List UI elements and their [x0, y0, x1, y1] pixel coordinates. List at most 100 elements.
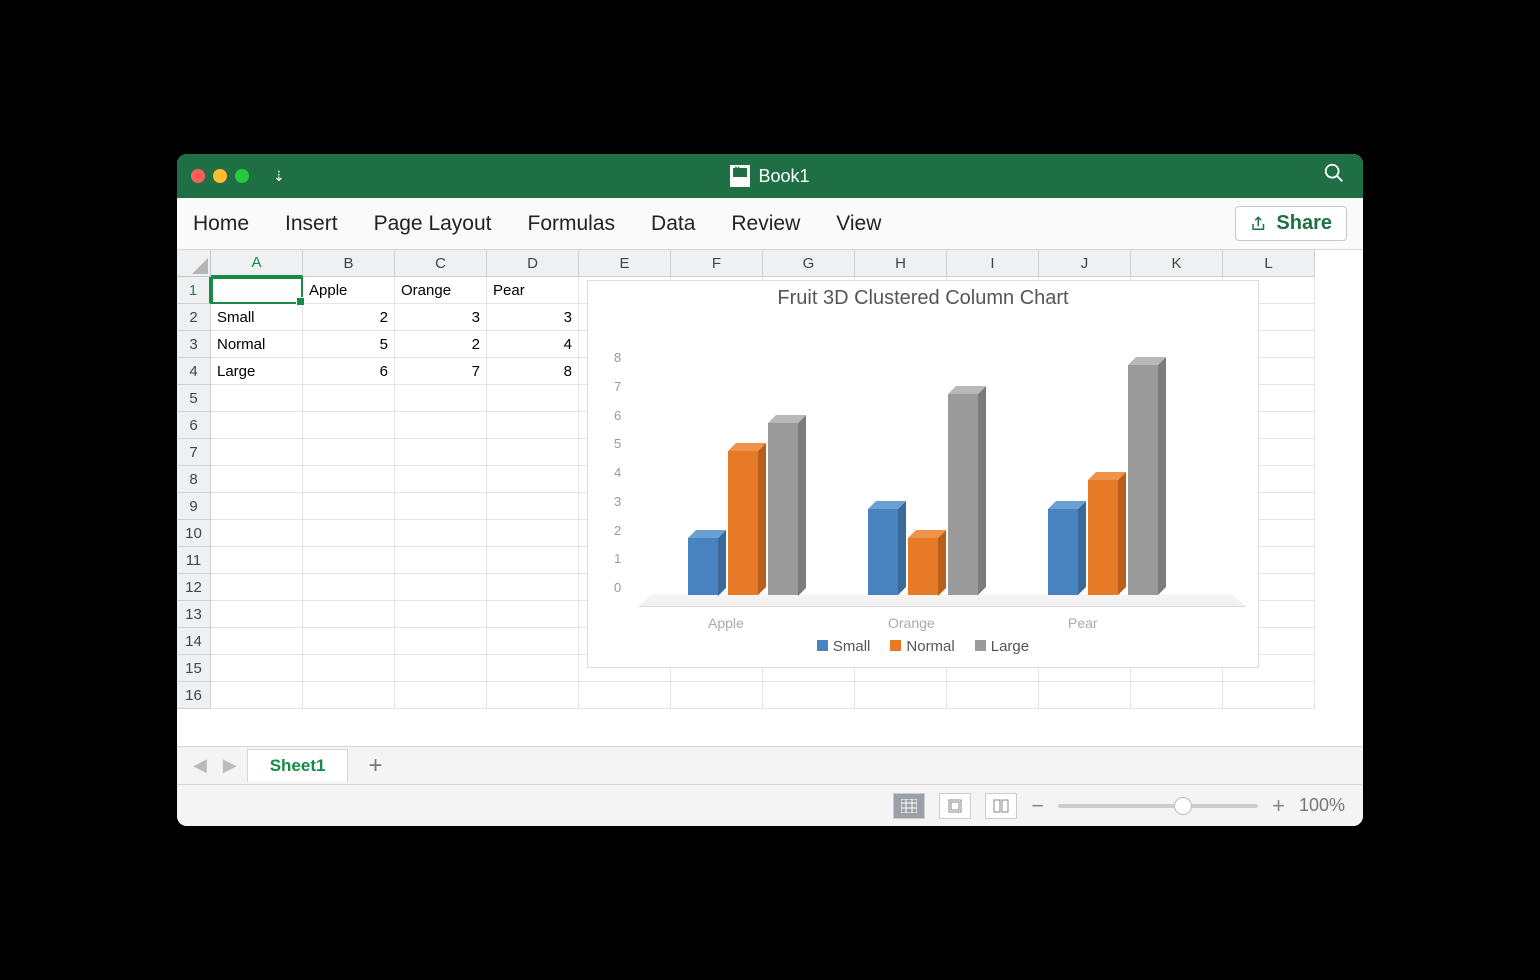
embedded-chart[interactable]: Fruit 3D Clustered Column Chart 01234567… [587, 280, 1259, 668]
cell-C6[interactable] [395, 412, 487, 439]
cell-D15[interactable] [487, 655, 579, 682]
cell-B15[interactable] [303, 655, 395, 682]
cell-B11[interactable] [303, 547, 395, 574]
cell-E16[interactable] [579, 682, 671, 709]
row-header-7[interactable]: 7 [177, 439, 211, 466]
cell-A12[interactable] [211, 574, 303, 601]
cell-C12[interactable] [395, 574, 487, 601]
col-header-C[interactable]: C [395, 250, 487, 277]
cell-B7[interactable] [303, 439, 395, 466]
row-header-15[interactable]: 15 [177, 655, 211, 682]
cell-B14[interactable] [303, 628, 395, 655]
cell-D3[interactable]: 4 [487, 331, 579, 358]
share-button[interactable]: Share [1235, 206, 1347, 241]
cell-A10[interactable] [211, 520, 303, 547]
view-page-layout-button[interactable] [939, 793, 971, 819]
cell-D1[interactable]: Pear [487, 277, 579, 304]
zoom-slider[interactable] [1058, 804, 1258, 808]
cell-D11[interactable] [487, 547, 579, 574]
row-header-10[interactable]: 10 [177, 520, 211, 547]
cell-C11[interactable] [395, 547, 487, 574]
cell-B8[interactable] [303, 466, 395, 493]
col-header-J[interactable]: J [1039, 250, 1131, 277]
cell-B3[interactable]: 5 [303, 331, 395, 358]
col-header-I[interactable]: I [947, 250, 1039, 277]
cell-C3[interactable]: 2 [395, 331, 487, 358]
col-header-L[interactable]: L [1223, 250, 1315, 277]
cell-B5[interactable] [303, 385, 395, 412]
cell-B2[interactable]: 2 [303, 304, 395, 331]
cell-A4[interactable]: Large [211, 358, 303, 385]
cell-C1[interactable]: Orange [395, 277, 487, 304]
cell-C9[interactable] [395, 493, 487, 520]
cell-D6[interactable] [487, 412, 579, 439]
cell-B10[interactable] [303, 520, 395, 547]
col-header-D[interactable]: D [487, 250, 579, 277]
row-header-11[interactable]: 11 [177, 547, 211, 574]
cell-C7[interactable] [395, 439, 487, 466]
zoom-in-button[interactable]: + [1272, 793, 1285, 819]
add-sheet-button[interactable]: + [352, 752, 398, 780]
cell-A14[interactable] [211, 628, 303, 655]
cell-I16[interactable] [947, 682, 1039, 709]
tab-home[interactable]: Home [193, 212, 249, 236]
cell-A2[interactable]: Small [211, 304, 303, 331]
cell-D14[interactable] [487, 628, 579, 655]
cell-D12[interactable] [487, 574, 579, 601]
cell-F16[interactable] [671, 682, 763, 709]
cell-C15[interactable] [395, 655, 487, 682]
cell-B6[interactable] [303, 412, 395, 439]
cell-D2[interactable]: 3 [487, 304, 579, 331]
cell-D9[interactable] [487, 493, 579, 520]
view-page-break-button[interactable] [985, 793, 1017, 819]
cell-L16[interactable] [1223, 682, 1315, 709]
row-header-4[interactable]: 4 [177, 358, 211, 385]
cell-C4[interactable]: 7 [395, 358, 487, 385]
qat-customize-icon[interactable]: ⇣ [273, 168, 285, 185]
cell-D13[interactable] [487, 601, 579, 628]
zoom-slider-thumb[interactable] [1174, 797, 1192, 815]
tab-data[interactable]: Data [651, 212, 695, 236]
row-header-2[interactable]: 2 [177, 304, 211, 331]
cell-A16[interactable] [211, 682, 303, 709]
col-header-F[interactable]: F [671, 250, 763, 277]
row-header-13[interactable]: 13 [177, 601, 211, 628]
cell-D5[interactable] [487, 385, 579, 412]
cell-C13[interactable] [395, 601, 487, 628]
sheet-tab-active[interactable]: Sheet1 [247, 749, 349, 782]
cell-J16[interactable] [1039, 682, 1131, 709]
row-header-3[interactable]: 3 [177, 331, 211, 358]
cell-A8[interactable] [211, 466, 303, 493]
row-header-12[interactable]: 12 [177, 574, 211, 601]
cell-A13[interactable] [211, 601, 303, 628]
minimize-window-button[interactable] [213, 169, 227, 183]
row-header-9[interactable]: 9 [177, 493, 211, 520]
cell-H16[interactable] [855, 682, 947, 709]
cell-D4[interactable]: 8 [487, 358, 579, 385]
zoom-out-button[interactable]: − [1031, 793, 1044, 819]
close-window-button[interactable] [191, 169, 205, 183]
row-header-5[interactable]: 5 [177, 385, 211, 412]
cell-A7[interactable] [211, 439, 303, 466]
col-header-E[interactable]: E [579, 250, 671, 277]
select-all-corner[interactable] [177, 250, 211, 277]
col-header-G[interactable]: G [763, 250, 855, 277]
tab-view[interactable]: View [836, 212, 881, 236]
cell-D10[interactable] [487, 520, 579, 547]
cell-A6[interactable] [211, 412, 303, 439]
cell-C5[interactable] [395, 385, 487, 412]
cell-A3[interactable]: Normal [211, 331, 303, 358]
cell-K16[interactable] [1131, 682, 1223, 709]
cell-A15[interactable] [211, 655, 303, 682]
cell-B12[interactable] [303, 574, 395, 601]
col-header-H[interactable]: H [855, 250, 947, 277]
cell-C16[interactable] [395, 682, 487, 709]
tab-page-layout[interactable]: Page Layout [374, 212, 492, 236]
row-header-16[interactable]: 16 [177, 682, 211, 709]
zoom-window-button[interactable] [235, 169, 249, 183]
cell-B4[interactable]: 6 [303, 358, 395, 385]
cell-D16[interactable] [487, 682, 579, 709]
row-header-8[interactable]: 8 [177, 466, 211, 493]
col-header-B[interactable]: B [303, 250, 395, 277]
row-header-14[interactable]: 14 [177, 628, 211, 655]
